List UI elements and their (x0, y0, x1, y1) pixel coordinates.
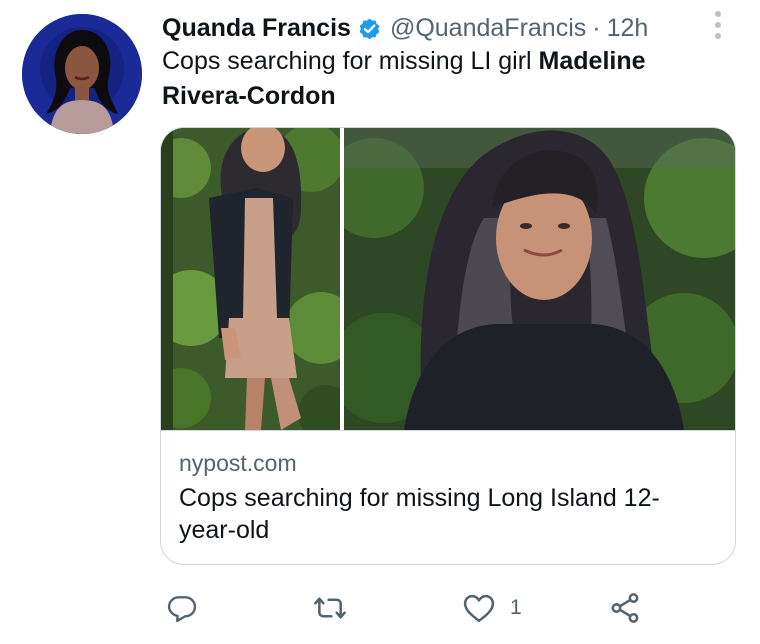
tweet-text: Cops searching for missing LI girl Madel… (162, 44, 722, 114)
card-title: Cops searching for missing Long Island 1… (179, 484, 660, 544)
reply-icon (166, 592, 198, 624)
like-count: 1 (510, 596, 522, 619)
more-options-icon[interactable] (706, 10, 730, 40)
like-button[interactable]: 1 (462, 588, 522, 628)
tweet-text-plain: Cops searching for missing LI girl (162, 47, 539, 75)
card-media[interactable] (161, 128, 735, 430)
retweet-button[interactable] (312, 588, 348, 628)
avatar[interactable] (22, 14, 142, 134)
tweet-timestamp[interactable]: 12h (607, 14, 649, 43)
link-card[interactable]: nypost.com Cops searching for missing Lo… (160, 127, 736, 565)
author-name[interactable]: Quanda Francis (162, 14, 351, 43)
photo-girl-standing[interactable] (161, 128, 340, 430)
card-divider (161, 430, 735, 431)
card-domain: nypost.com (179, 450, 297, 476)
share-button[interactable] (608, 588, 642, 628)
reply-button[interactable] (166, 588, 198, 628)
heart-icon (462, 592, 496, 624)
separator-dot: · (592, 13, 601, 42)
tweet[interactable]: Quanda Francis @QuandaFrancis · 12h Cops… (0, 0, 760, 644)
retweet-icon (312, 592, 348, 624)
tweet-header: Quanda Francis @QuandaFrancis · 12h (162, 10, 648, 46)
tweet-actions: 1 (0, 588, 760, 628)
verified-badge-icon (357, 16, 382, 41)
share-icon (608, 591, 642, 625)
author-handle[interactable]: @QuandaFrancis (390, 14, 586, 43)
photo-girl-closeup[interactable] (344, 128, 735, 430)
